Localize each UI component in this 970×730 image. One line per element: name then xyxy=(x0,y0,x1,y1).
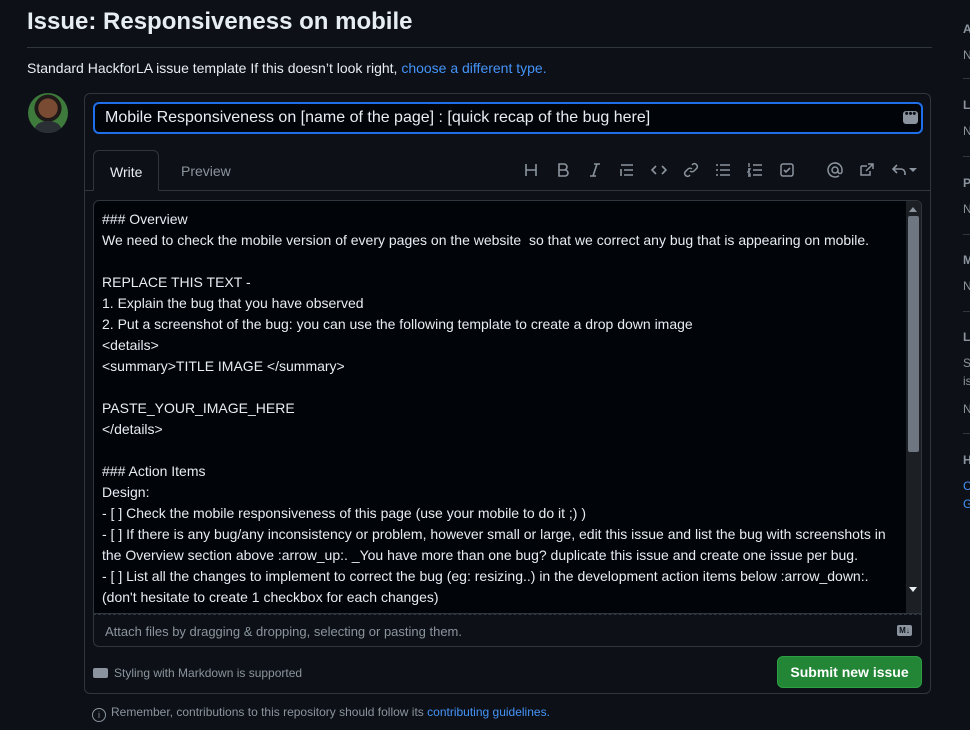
info-icon: i xyxy=(92,708,106,722)
page-title: Issue: Responsiveness on mobile xyxy=(27,8,413,35)
sidebar-milestone-value: N xyxy=(963,279,970,293)
ordered-list-icon[interactable] xyxy=(743,158,767,182)
scrollbar[interactable] xyxy=(906,201,921,613)
attach-files-text: Attach files by dragging & dropping, sel… xyxy=(105,624,462,639)
scroll-up-arrow-icon[interactable] xyxy=(909,207,917,212)
unordered-list-icon[interactable] xyxy=(711,158,735,182)
issue-body-text[interactable]: ### Overview We need to check the mobile… xyxy=(102,209,902,613)
sidebar-assignees-heading[interactable]: A xyxy=(963,22,970,36)
title-divider xyxy=(27,47,932,48)
code-icon[interactable] xyxy=(647,158,671,182)
markdown-icon xyxy=(93,668,108,678)
quote-icon[interactable] xyxy=(615,158,639,182)
sidebar-divider xyxy=(963,156,970,157)
sidebar-divider xyxy=(963,78,970,79)
sidebar-milestone-heading[interactable]: M xyxy=(963,253,970,267)
markdown-icon: M↓ xyxy=(897,625,912,636)
sidebar-divider xyxy=(963,311,970,312)
choose-different-type-link[interactable]: choose a different type. xyxy=(401,60,546,76)
reply-icon[interactable] xyxy=(887,158,921,182)
contributing-notice-text: Remember, contributions to this reposito… xyxy=(111,705,424,719)
sidebar-development-heading[interactable]: L xyxy=(963,330,970,344)
sidebar-assignees-value: N xyxy=(963,48,970,62)
sidebar-helpful-link-2[interactable]: G xyxy=(963,497,970,511)
task-list-icon[interactable] xyxy=(775,158,799,182)
link-icon[interactable] xyxy=(679,158,703,182)
markdown-note-text: Styling with Markdown is supported xyxy=(114,666,303,680)
submit-new-issue-button[interactable]: Submit new issue xyxy=(777,656,922,688)
sidebar-labels-value: N xyxy=(963,124,970,138)
scroll-down-arrow-icon[interactable] xyxy=(909,587,917,592)
sidebar-development-line1: S xyxy=(963,356,970,370)
italic-icon[interactable] xyxy=(583,158,607,182)
heading-icon[interactable] xyxy=(519,158,543,182)
more-options-icon[interactable]: ••• xyxy=(903,109,918,124)
bold-icon[interactable] xyxy=(551,158,575,182)
template-notice-text: Standard HackforLA issue template If thi… xyxy=(27,60,398,76)
sidebar-development-line2: is xyxy=(963,374,970,388)
sidebar-helpful-heading: H xyxy=(963,453,970,467)
attach-files-bar[interactable]: Attach files by dragging & dropping, sel… xyxy=(93,614,922,647)
sidebar-helpful-link-1[interactable]: C xyxy=(963,479,970,493)
sidebar-projects-value: N xyxy=(963,202,970,216)
contributing-guidelines-link[interactable]: contributing guidelines. xyxy=(427,705,550,719)
tab-preview[interactable]: Preview xyxy=(165,150,247,190)
tab-write[interactable]: Write xyxy=(93,150,160,191)
editor-tabs: Write Preview xyxy=(85,150,930,191)
sidebar-projects-heading[interactable]: P xyxy=(963,176,970,190)
issue-title-input[interactable] xyxy=(95,104,905,132)
mention-icon[interactable] xyxy=(823,158,847,182)
template-notice: Standard HackforLA issue template If thi… xyxy=(27,60,547,76)
issue-body-textarea[interactable]: ### Overview We need to check the mobile… xyxy=(93,200,922,614)
sidebar-divider xyxy=(963,234,970,235)
cross-reference-icon[interactable] xyxy=(855,158,879,182)
avatar[interactable] xyxy=(28,93,68,133)
chevron-down-icon xyxy=(909,168,917,172)
scroll-thumb[interactable] xyxy=(908,216,919,452)
new-issue-form: ••• Write Preview ### Overview We xyxy=(84,93,931,694)
sidebar-development-value: N xyxy=(963,402,970,416)
sidebar-divider xyxy=(963,433,970,434)
issue-title-field-wrapper: ••• xyxy=(93,102,923,134)
sidebar-labels-heading[interactable]: L xyxy=(963,98,970,112)
contributing-notice: i Remember, contributions to this reposit… xyxy=(92,705,550,722)
markdown-supported-note[interactable]: Styling with Markdown is supported xyxy=(93,666,302,680)
